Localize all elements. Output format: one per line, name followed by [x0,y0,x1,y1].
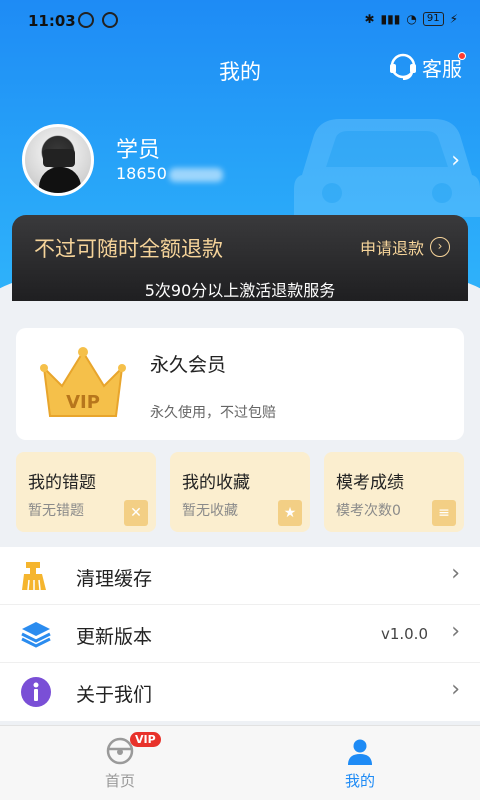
chevron-right-icon: › [451,677,460,702]
user-phone: 18650 [116,164,223,183]
broom-icon [22,562,46,591]
tile-title: 模考成绩 [336,473,404,493]
customer-service-button[interactable]: 客服 [388,52,466,82]
chevron-right-circle-icon: › [430,237,450,257]
wifi-icon: ◔ [406,12,417,26]
status-bar: 11:03 ✱ ▮▮▮ ◔ 91 ⚡ [0,0,480,44]
charging-icon: ⚡ [449,12,458,26]
vip-crown-text: VIP [66,392,100,413]
user-name: 学员 [116,138,161,163]
bluetooth-icon: ✱ [364,12,375,26]
layers-icon [21,622,51,648]
vip-title: 永久会员 [150,354,227,376]
vip-card[interactable]: VIP 永久会员 永久使用，不过包赔 [16,328,464,440]
refund-headline: 不过可随时全额退款 [34,237,223,261]
tile-subtitle: 暂无错题 [28,503,84,519]
signal-icon: ▮▮▮ [380,12,401,26]
refund-banner: 不过可随时全额退款 申请退款 › 5次90分以上激活退款服务 [12,215,468,301]
notification-dot [458,52,466,60]
book-icon: ✕ [124,500,148,526]
notification-icon [78,12,94,28]
avatar-figure [39,167,81,193]
headset-icon [390,53,416,80]
tab-mine-label: 我的 [344,772,375,790]
chevron-right-icon: › [451,619,460,644]
mock-exam-tile[interactable]: 模考成绩 模考次数0 ≡ [324,452,464,532]
tile-title: 我的错题 [28,473,96,493]
service-label: 客服 [422,56,462,81]
chevron-right-icon: › [451,561,460,586]
menu-item-update-version[interactable]: 更新版本 v1.0.0 › [0,605,480,663]
vip-description: 永久使用，不过包赔 [150,405,276,421]
user-icon [348,739,372,765]
apply-refund-button[interactable]: 申请退款 › [360,235,450,259]
version-value: v1.0.0 [380,625,428,643]
phone-blur [168,167,223,182]
menu-item-clear-cache[interactable]: 清理缓存 › [0,547,480,605]
menu-label: 关于我们 [76,684,153,706]
apply-refund-label: 申请退款 [359,239,424,258]
refund-subtitle: 5次90分以上激活退款服务 [144,281,336,300]
tile-title: 我的收藏 [182,473,250,493]
avatar-camera [43,149,75,167]
menu-label: 清理缓存 [76,568,153,590]
menu-item-about-us[interactable]: 关于我们 › [0,663,480,721]
info-icon [21,677,51,707]
phone-number: 18650 [116,164,167,183]
bookmark-star-icon: ★ [278,500,302,526]
tile-subtitle: 暂无收藏 [182,503,238,519]
vip-badge: VIP [130,732,161,747]
tile-subtitle: 模考次数0 [336,503,401,519]
vip-crown-icon: VIP [40,347,126,417]
menu-label: 更新版本 [76,626,153,648]
favorites-tile[interactable]: 我的收藏 暂无收藏 ★ [170,452,310,532]
bottom-tab-bar: VIP 首页 我的 [0,725,480,800]
tab-home[interactable]: VIP 首页 [0,726,240,800]
settings-menu: 清理缓存 › 更新版本 v1.0.0 › 关于我们 › [0,547,480,721]
tab-mine[interactable]: 我的 [240,726,480,800]
document-edit-icon: ≡ [432,500,456,526]
battery-icon: 91 [422,12,444,26]
avatar[interactable] [22,124,94,196]
wrong-questions-tile[interactable]: 我的错题 暂无错题 ✕ [16,452,156,532]
notification-icon [102,12,118,28]
tab-home-label: 首页 [104,772,135,790]
status-right: ✱ ▮▮▮ ◔ 91 ⚡ [364,12,458,26]
chevron-right-icon[interactable]: › [451,148,460,173]
status-time: 11:03 [28,12,76,30]
